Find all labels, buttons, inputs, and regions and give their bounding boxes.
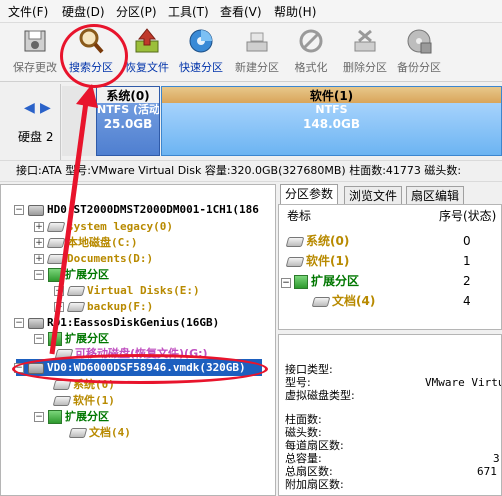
annotation-arrow-icon bbox=[49, 84, 98, 355]
